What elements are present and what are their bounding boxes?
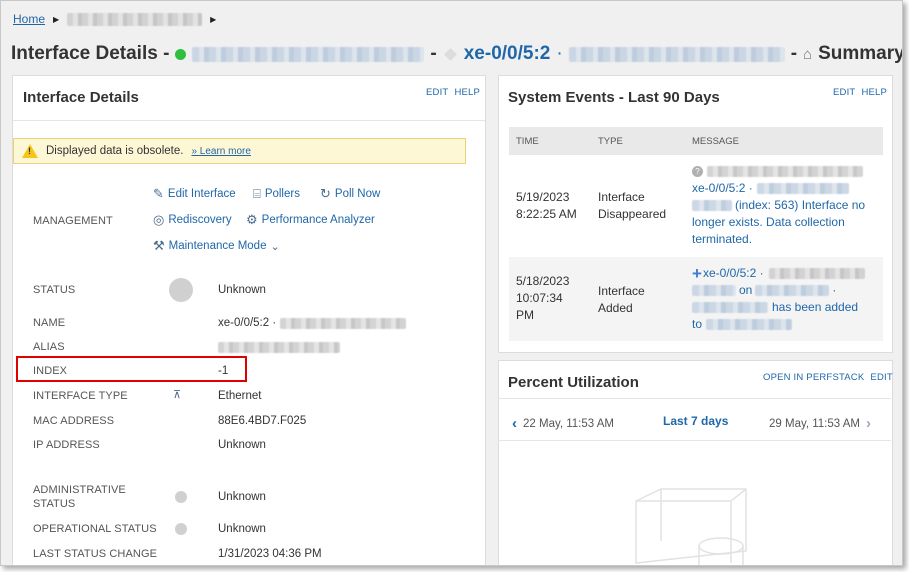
range-previous[interactable]: ‹ 22 May, 11:53 AM <box>512 415 614 432</box>
breadcrumb-arrow-icon: ▶ <box>53 14 60 24</box>
panel-title: Interface Details <box>23 89 139 106</box>
warning-icon <box>22 144 38 158</box>
oper-status-label: OPERATIONAL STATUS <box>33 523 157 535</box>
admin-status-label-2: STATUS <box>33 498 76 510</box>
range-end: 29 May, 11:53 AM <box>769 417 860 430</box>
range-start: 22 May, 11:53 AM <box>523 417 614 430</box>
app-window: Home ▶ ▶ Interface Details - - xe-0/0/5:… <box>0 0 903 566</box>
divider <box>498 398 891 399</box>
help-link[interactable]: HELP <box>861 87 887 98</box>
maintenance-icon: ⚒ <box>153 238 165 253</box>
help-link[interactable]: HELP <box>454 87 480 98</box>
mac-address-value: 88E6.4BD7.F025 <box>218 415 307 427</box>
col-message: MESSAGE <box>692 136 739 147</box>
divider <box>13 120 485 121</box>
status-unknown-icon <box>169 278 193 302</box>
status-label: STATUS <box>33 284 76 296</box>
panel-links: EDIT HELP <box>426 87 480 98</box>
interface-type-value: Ethernet <box>218 390 262 402</box>
name-label: NAME <box>33 317 66 329</box>
name-redacted <box>280 317 407 329</box>
open-in-perfstack-link[interactable]: OPEN IN PERFSTACK <box>763 372 864 383</box>
alias-label: ALIAS <box>33 341 65 353</box>
edit-interface-button[interactable]: ✎ Edit Interface <box>153 186 236 202</box>
table-header: TIME TYPE MESSAGE <box>509 127 883 155</box>
divider <box>498 440 891 441</box>
ip-address-label: IP ADDRESS <box>33 439 100 451</box>
col-time: TIME <box>516 136 539 147</box>
ethernet-icon: ⊼ <box>173 389 182 401</box>
node-name-redacted[interactable] <box>192 46 425 62</box>
title-separator: - <box>790 43 798 64</box>
chevron-down-icon: ⌄ <box>270 240 280 253</box>
admin-status-label: ADMINISTRATIVE <box>33 484 126 496</box>
poll-now-button[interactable]: ↻ Poll Now <box>320 186 380 202</box>
panel-title: System Events - Last 90 Days <box>508 89 720 106</box>
analyzer-icon: ⚙ <box>246 212 258 227</box>
obsolete-data-warning: Displayed data is obsolete. » Learn more <box>13 138 466 164</box>
refresh-icon: ↻ <box>320 186 331 201</box>
management-label: MANAGEMENT <box>33 215 113 227</box>
breadcrumb-home[interactable]: Home <box>13 12 45 26</box>
empty-chart-placeholder-icon <box>635 488 747 565</box>
event-message[interactable]: + xe-0/0/5:2 · on · has been added to <box>692 265 865 333</box>
warning-text: Displayed data is obsolete. <box>46 145 184 157</box>
table-row: 5/18/2023 10:07:34 PM Interface Added + … <box>509 257 883 341</box>
summary-home-icon: ⌂ <box>803 45 813 63</box>
rediscovery-button[interactable]: ◎ Rediscovery <box>153 212 232 228</box>
admin-status-value: Unknown <box>218 491 266 503</box>
edit-link[interactable]: EDIT <box>426 87 448 98</box>
range-selector[interactable]: Last 7 days <box>663 414 728 428</box>
alias-redacted <box>218 342 340 353</box>
learn-more-link[interactable]: » Learn more <box>191 146 250 157</box>
interface-status-icon <box>443 47 457 61</box>
edit-link[interactable]: EDIT <box>870 372 892 383</box>
chevron-left-icon: ‹ <box>512 415 517 432</box>
event-time: 5/18/2023 10:07:34 PM <box>516 274 570 322</box>
page-title: Interface Details - - xe-0/0/5:2 · - ⌂ S… <box>11 42 903 66</box>
title-separator: - <box>430 43 437 64</box>
col-type: TYPE <box>598 136 623 147</box>
performance-analyzer-button[interactable]: ⚙ Performance Analyzer <box>246 212 375 228</box>
oper-status-icon <box>175 523 187 535</box>
event-type: Interface Disappeared <box>598 190 667 221</box>
node-status-icon <box>175 48 187 60</box>
breadcrumb: Home ▶ ▶ <box>13 12 216 26</box>
pollers-icon: ⌸ <box>253 186 261 201</box>
ip-address-value: Unknown <box>218 439 266 451</box>
last-status-change-value: 1/31/2023 04:36 PM <box>218 548 322 560</box>
panel-links: EDIT HELP <box>833 87 887 98</box>
panel-title: Percent Utilization <box>508 374 639 391</box>
chevron-right-icon: › <box>865 415 871 432</box>
oper-status-value: Unknown <box>218 523 266 535</box>
plus-icon: + <box>692 263 702 283</box>
title-prefix: Interface Details - <box>11 43 170 64</box>
breadcrumb-node-redacted[interactable] <box>67 12 203 26</box>
title-interface-link[interactable]: xe-0/0/5:2 <box>464 43 551 65</box>
name-value: xe-0/0/5:2 · <box>218 317 407 329</box>
maintenance-mode-button[interactable]: ⚒ Maintenance Mode ⌄ <box>153 238 280 254</box>
events-table: TIME TYPE MESSAGE 5/19/2023 8:22:25 AM I… <box>509 127 883 341</box>
range-next[interactable]: 29 May, 11:53 AM › <box>769 415 871 432</box>
unknown-node-icon: ? <box>692 166 703 177</box>
interface-type-label: INTERFACE TYPE <box>33 390 128 402</box>
title-page-name: Summary <box>818 43 903 64</box>
mac-address-label: MAC ADDRESS <box>33 415 115 427</box>
pollers-button[interactable]: ⌸ Pollers <box>253 186 300 202</box>
rediscovery-icon: ◎ <box>153 212 165 227</box>
panel-links: OPEN IN PERFSTACK EDIT <box>763 372 893 383</box>
pencil-icon: ✎ <box>153 186 164 201</box>
event-message[interactable]: ? xe-0/0/5:2 · (index: 563) Interface no… <box>692 163 865 248</box>
breadcrumb-arrow-icon: ▶ <box>210 14 217 24</box>
index-highlight-box <box>16 356 247 382</box>
admin-status-icon <box>175 491 187 503</box>
title-dot: · <box>556 43 563 64</box>
status-value: Unknown <box>218 284 266 296</box>
edit-link[interactable]: EDIT <box>833 87 855 98</box>
table-row: 5/19/2023 8:22:25 AM Interface Disappear… <box>509 155 883 257</box>
event-time: 5/19/2023 8:22:25 AM <box>516 190 577 221</box>
last-status-change-label: LAST STATUS CHANGE <box>33 548 158 560</box>
interface-alias-redacted[interactable] <box>568 46 785 62</box>
event-type: Interface Added <box>598 284 645 315</box>
